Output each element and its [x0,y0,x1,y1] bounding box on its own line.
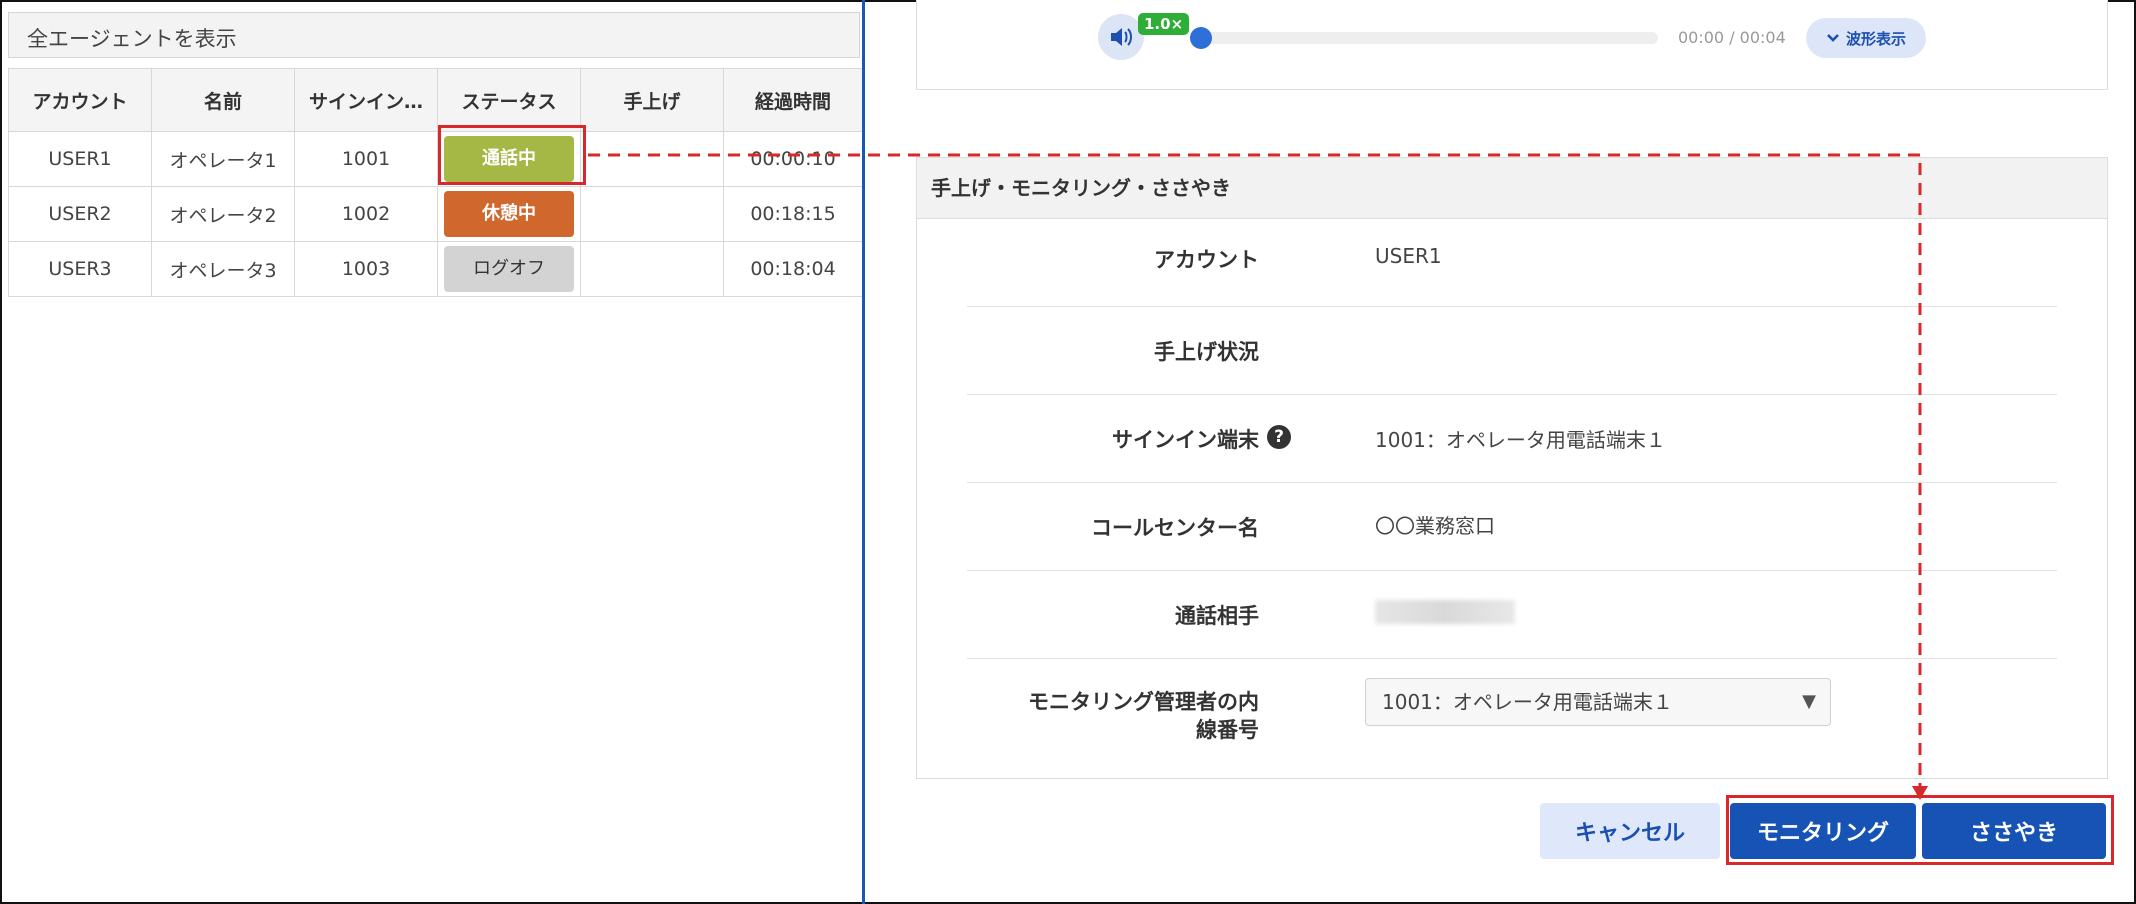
annotation-arrow [588,153,1928,800]
